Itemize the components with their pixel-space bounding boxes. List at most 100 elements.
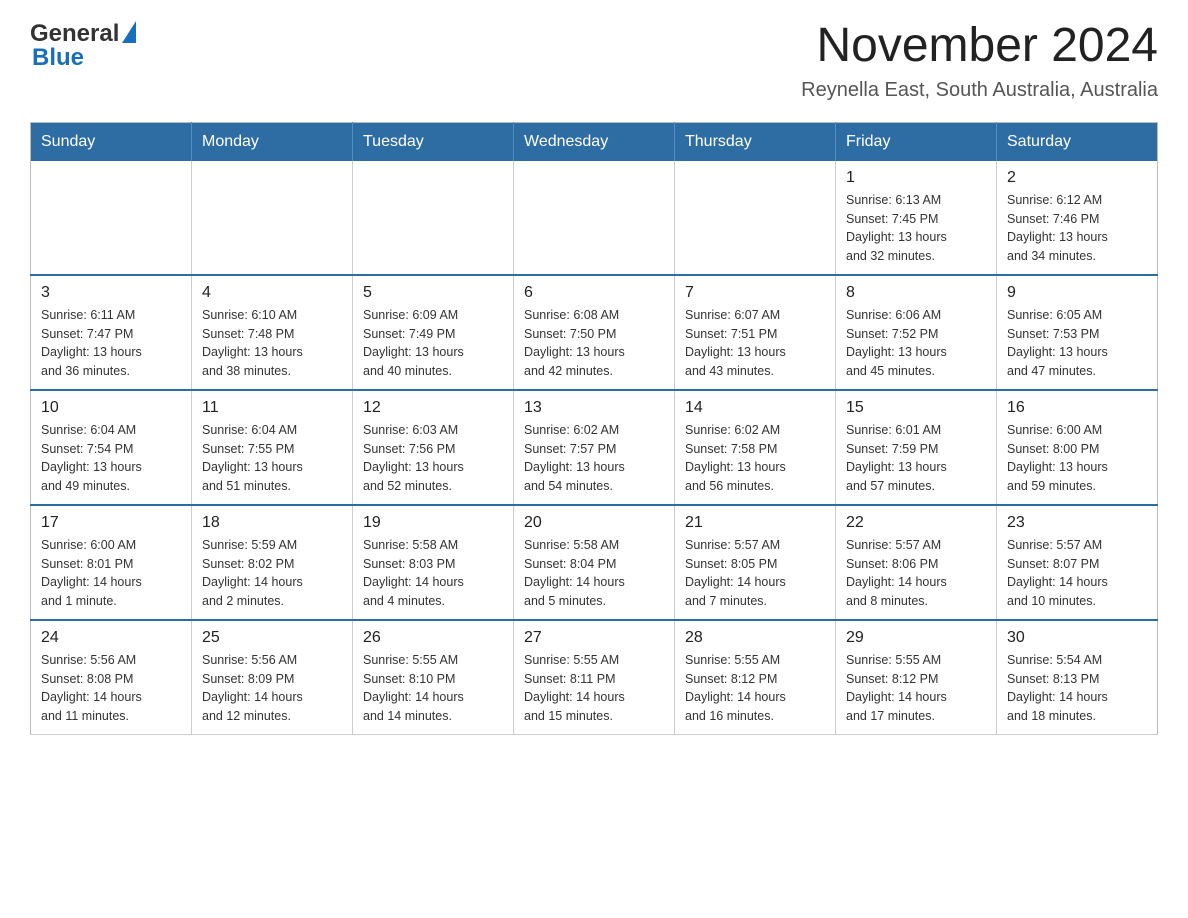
day-info: Sunrise: 5:56 AM Sunset: 8:08 PM Dayligh…: [41, 651, 181, 726]
subtitle: Reynella East, South Australia, Australi…: [801, 79, 1158, 102]
day-number: 8: [846, 284, 986, 302]
calendar-cell: 29Sunrise: 5:55 AM Sunset: 8:12 PM Dayli…: [836, 620, 997, 735]
calendar-header-friday: Friday: [836, 122, 997, 161]
day-number: 24: [41, 629, 181, 647]
calendar-cell: 8 Sunrise: 6:06 AM Sunset: 7:52 PM Daylig…: [836, 275, 997, 390]
calendar-week-4: 17 Sunrise: 6:00 AM Sunset: 8:01 PM Dayli…: [31, 505, 1158, 620]
logo-triangle-icon: [122, 21, 136, 43]
day-info: Sunrise: 6:01 AM Sunset: 7:59 PM Dayligh…: [846, 421, 986, 496]
calendar-header-row: SundayMondayTuesdayWednesdayThursdayFrid…: [31, 122, 1158, 161]
calendar-cell: 30 Sunrise: 5:54 AM Sunset: 8:13 PM Dayli…: [997, 620, 1158, 735]
day-number: 11: [202, 399, 342, 417]
calendar-cell: 3 Sunrise: 6:11 AM Sunset: 7:47 PM Daylig…: [31, 275, 192, 390]
day-info: Sunrise: 6:02 AM Sunset: 7:57 PM Dayligh…: [524, 421, 664, 496]
day-number: 13: [524, 399, 664, 417]
day-number: 2: [1007, 169, 1147, 187]
calendar-cell: 22 Sunrise: 5:57 AM Sunset: 8:06 PM Dayli…: [836, 505, 997, 620]
calendar-cell: 18Sunrise: 5:59 AM Sunset: 8:02 PM Dayli…: [192, 505, 353, 620]
calendar-week-3: 10 Sunrise: 6:04 AM Sunset: 7:54 PM Dayli…: [31, 390, 1158, 505]
calendar-header-sunday: Sunday: [31, 122, 192, 161]
day-info: Sunrise: 6:04 AM Sunset: 7:54 PM Dayligh…: [41, 421, 181, 496]
day-number: 16: [1007, 399, 1147, 417]
day-number: 15: [846, 399, 986, 417]
day-info: Sunrise: 6:00 AM Sunset: 8:01 PM Dayligh…: [41, 536, 181, 611]
calendar-header-tuesday: Tuesday: [353, 122, 514, 161]
calendar-cell: 12Sunrise: 6:03 AM Sunset: 7:56 PM Dayli…: [353, 390, 514, 505]
day-number: 27: [524, 629, 664, 647]
calendar-cell: 15 Sunrise: 6:01 AM Sunset: 7:59 PM Dayli…: [836, 390, 997, 505]
calendar-cell: 24 Sunrise: 5:56 AM Sunset: 8:08 PM Dayli…: [31, 620, 192, 735]
title-area: November 2024 Reynella East, South Austr…: [801, 20, 1158, 102]
day-number: 19: [363, 514, 503, 532]
day-number: 17: [41, 514, 181, 532]
day-info: Sunrise: 6:00 AM Sunset: 8:00 PM Dayligh…: [1007, 421, 1147, 496]
day-info: Sunrise: 5:59 AM Sunset: 8:02 PM Dayligh…: [202, 536, 342, 611]
calendar-cell: [514, 161, 675, 275]
header: General Blue November 2024 Reynella East…: [30, 20, 1158, 102]
day-number: 30: [1007, 629, 1147, 647]
day-info: Sunrise: 5:55 AM Sunset: 8:12 PM Dayligh…: [846, 651, 986, 726]
calendar-cell: 6Sunrise: 6:08 AM Sunset: 7:50 PM Daylig…: [514, 275, 675, 390]
day-info: Sunrise: 6:05 AM Sunset: 7:53 PM Dayligh…: [1007, 306, 1147, 381]
calendar-cell: 19Sunrise: 5:58 AM Sunset: 8:03 PM Dayli…: [353, 505, 514, 620]
day-number: 5: [363, 284, 503, 302]
calendar-header-monday: Monday: [192, 122, 353, 161]
calendar-cell: 10 Sunrise: 6:04 AM Sunset: 7:54 PM Dayli…: [31, 390, 192, 505]
calendar-cell: 25Sunrise: 5:56 AM Sunset: 8:09 PM Dayli…: [192, 620, 353, 735]
calendar-cell: 17 Sunrise: 6:00 AM Sunset: 8:01 PM Dayli…: [31, 505, 192, 620]
calendar-cell: 4 Sunrise: 6:10 AM Sunset: 7:48 PM Daylig…: [192, 275, 353, 390]
day-number: 4: [202, 284, 342, 302]
calendar-cell: 7 Sunrise: 6:07 AM Sunset: 7:51 PM Daylig…: [675, 275, 836, 390]
day-number: 1: [846, 169, 986, 187]
calendar-week-2: 3 Sunrise: 6:11 AM Sunset: 7:47 PM Daylig…: [31, 275, 1158, 390]
calendar-cell: 26 Sunrise: 5:55 AM Sunset: 8:10 PM Dayli…: [353, 620, 514, 735]
calendar-header-wednesday: Wednesday: [514, 122, 675, 161]
day-info: Sunrise: 6:08 AM Sunset: 7:50 PM Dayligh…: [524, 306, 664, 381]
day-info: Sunrise: 6:13 AM Sunset: 7:45 PM Dayligh…: [846, 191, 986, 266]
day-number: 26: [363, 629, 503, 647]
day-number: 22: [846, 514, 986, 532]
day-number: 14: [685, 399, 825, 417]
calendar-cell: 21Sunrise: 5:57 AM Sunset: 8:05 PM Dayli…: [675, 505, 836, 620]
day-info: Sunrise: 5:57 AM Sunset: 8:07 PM Dayligh…: [1007, 536, 1147, 611]
day-info: Sunrise: 5:55 AM Sunset: 8:10 PM Dayligh…: [363, 651, 503, 726]
day-number: 20: [524, 514, 664, 532]
calendar-cell: [31, 161, 192, 275]
day-info: Sunrise: 5:56 AM Sunset: 8:09 PM Dayligh…: [202, 651, 342, 726]
day-number: 23: [1007, 514, 1147, 532]
calendar-cell: 1 Sunrise: 6:13 AM Sunset: 7:45 PM Daylig…: [836, 161, 997, 275]
day-info: Sunrise: 6:10 AM Sunset: 7:48 PM Dayligh…: [202, 306, 342, 381]
calendar-table: SundayMondayTuesdayWednesdayThursdayFrid…: [30, 122, 1158, 735]
day-number: 12: [363, 399, 503, 417]
day-number: 10: [41, 399, 181, 417]
day-info: Sunrise: 5:55 AM Sunset: 8:12 PM Dayligh…: [685, 651, 825, 726]
day-info: Sunrise: 5:57 AM Sunset: 8:05 PM Dayligh…: [685, 536, 825, 611]
calendar-cell: 27Sunrise: 5:55 AM Sunset: 8:11 PM Dayli…: [514, 620, 675, 735]
main-title: November 2024: [801, 20, 1158, 73]
day-info: Sunrise: 6:11 AM Sunset: 7:47 PM Dayligh…: [41, 306, 181, 381]
calendar-cell: 2Sunrise: 6:12 AM Sunset: 7:46 PM Daylig…: [997, 161, 1158, 275]
logo: General Blue: [30, 20, 136, 72]
day-number: 3: [41, 284, 181, 302]
calendar-cell: [192, 161, 353, 275]
calendar-cell: 16 Sunrise: 6:00 AM Sunset: 8:00 PM Dayli…: [997, 390, 1158, 505]
calendar-cell: 28 Sunrise: 5:55 AM Sunset: 8:12 PM Dayli…: [675, 620, 836, 735]
day-info: Sunrise: 6:09 AM Sunset: 7:49 PM Dayligh…: [363, 306, 503, 381]
day-number: 9: [1007, 284, 1147, 302]
day-info: Sunrise: 6:02 AM Sunset: 7:58 PM Dayligh…: [685, 421, 825, 496]
calendar-header-saturday: Saturday: [997, 122, 1158, 161]
calendar-cell: 9 Sunrise: 6:05 AM Sunset: 7:53 PM Daylig…: [997, 275, 1158, 390]
day-number: 7: [685, 284, 825, 302]
calendar-week-5: 24 Sunrise: 5:56 AM Sunset: 8:08 PM Dayli…: [31, 620, 1158, 735]
day-info: Sunrise: 6:07 AM Sunset: 7:51 PM Dayligh…: [685, 306, 825, 381]
day-info: Sunrise: 5:57 AM Sunset: 8:06 PM Dayligh…: [846, 536, 986, 611]
calendar-cell: 23 Sunrise: 5:57 AM Sunset: 8:07 PM Dayli…: [997, 505, 1158, 620]
day-number: 28: [685, 629, 825, 647]
day-info: Sunrise: 6:06 AM Sunset: 7:52 PM Dayligh…: [846, 306, 986, 381]
day-info: Sunrise: 5:58 AM Sunset: 8:04 PM Dayligh…: [524, 536, 664, 611]
day-info: Sunrise: 6:04 AM Sunset: 7:55 PM Dayligh…: [202, 421, 342, 496]
calendar-cell: 20 Sunrise: 5:58 AM Sunset: 8:04 PM Dayli…: [514, 505, 675, 620]
day-info: Sunrise: 5:54 AM Sunset: 8:13 PM Dayligh…: [1007, 651, 1147, 726]
calendar-cell: 14 Sunrise: 6:02 AM Sunset: 7:58 PM Dayli…: [675, 390, 836, 505]
logo-blue-text: Blue: [32, 44, 84, 72]
